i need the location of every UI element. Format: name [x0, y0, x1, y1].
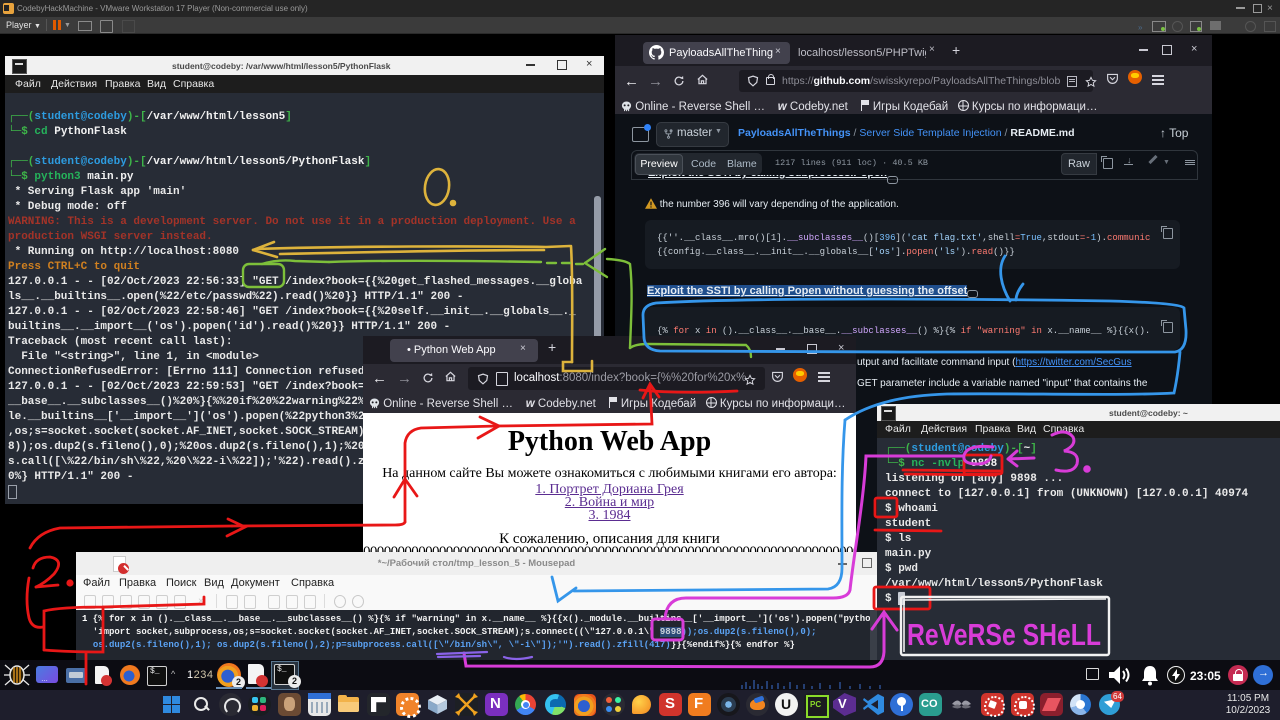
svg-text:ReVeRSe SHeLL: ReVeRSe SHeLL: [907, 617, 1101, 652]
